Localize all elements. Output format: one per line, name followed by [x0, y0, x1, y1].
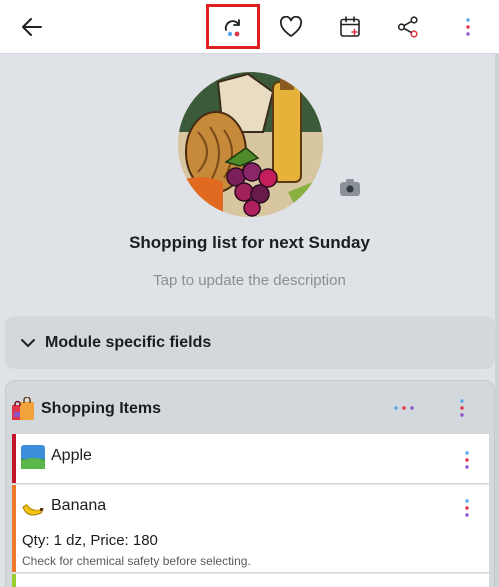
shopping-items-label: Shopping Items	[41, 400, 161, 417]
schedule-button[interactable]	[331, 8, 369, 46]
more-options-button[interactable]	[449, 8, 487, 46]
shopping-bags-icon	[12, 397, 34, 420]
highlight-box	[206, 4, 260, 49]
item-more-icon[interactable]	[464, 498, 470, 518]
module-fields-label: Module specific fields	[45, 333, 212, 351]
scrollbar[interactable]	[495, 54, 499, 587]
module-fields-section[interactable]: Module specific fields	[5, 316, 495, 369]
list-cover-image[interactable]	[178, 72, 323, 217]
item-color-bar	[12, 434, 16, 483]
item-more-icon[interactable]	[464, 450, 470, 470]
item-thumbnail-icon	[21, 583, 45, 587]
item-color-bar	[12, 485, 16, 572]
groceries-illustration	[178, 72, 323, 217]
landscape-icon	[21, 445, 45, 469]
item-quantity-price: Qty: 1 dz, Price: 180	[22, 532, 158, 549]
top-toolbar	[0, 0, 499, 54]
item-name: Banana	[51, 497, 107, 514]
list-item[interactable]: Banana Qty: 1 dz, Price: 180 Check for c…	[12, 484, 489, 572]
calendar-add-icon	[340, 16, 360, 37]
list-title[interactable]: Shopping list for next Sunday	[0, 233, 499, 253]
back-arrow-icon	[22, 18, 42, 36]
item-note: Check for chemical safety before selecti…	[22, 554, 251, 568]
section-more-icon[interactable]	[459, 398, 465, 418]
chevron-down-icon	[21, 338, 35, 347]
banana-icon	[22, 503, 45, 516]
more-horiz-icon[interactable]	[393, 405, 415, 411]
description-placeholder[interactable]: Tap to update the description	[0, 272, 499, 289]
list-item[interactable]: Apple	[12, 434, 489, 483]
item-name: Apple	[51, 447, 92, 464]
camera-icon[interactable]	[340, 179, 360, 196]
back-button[interactable]	[13, 8, 51, 46]
shopping-items-header: Shopping Items	[11, 396, 161, 422]
more-vert-icon	[466, 18, 470, 36]
share-button[interactable]	[389, 8, 427, 46]
heart-icon	[279, 16, 303, 37]
list-item[interactable]	[12, 573, 489, 587]
favorite-button[interactable]	[272, 8, 310, 46]
item-color-bar	[12, 574, 16, 587]
share-icon	[397, 16, 418, 38]
